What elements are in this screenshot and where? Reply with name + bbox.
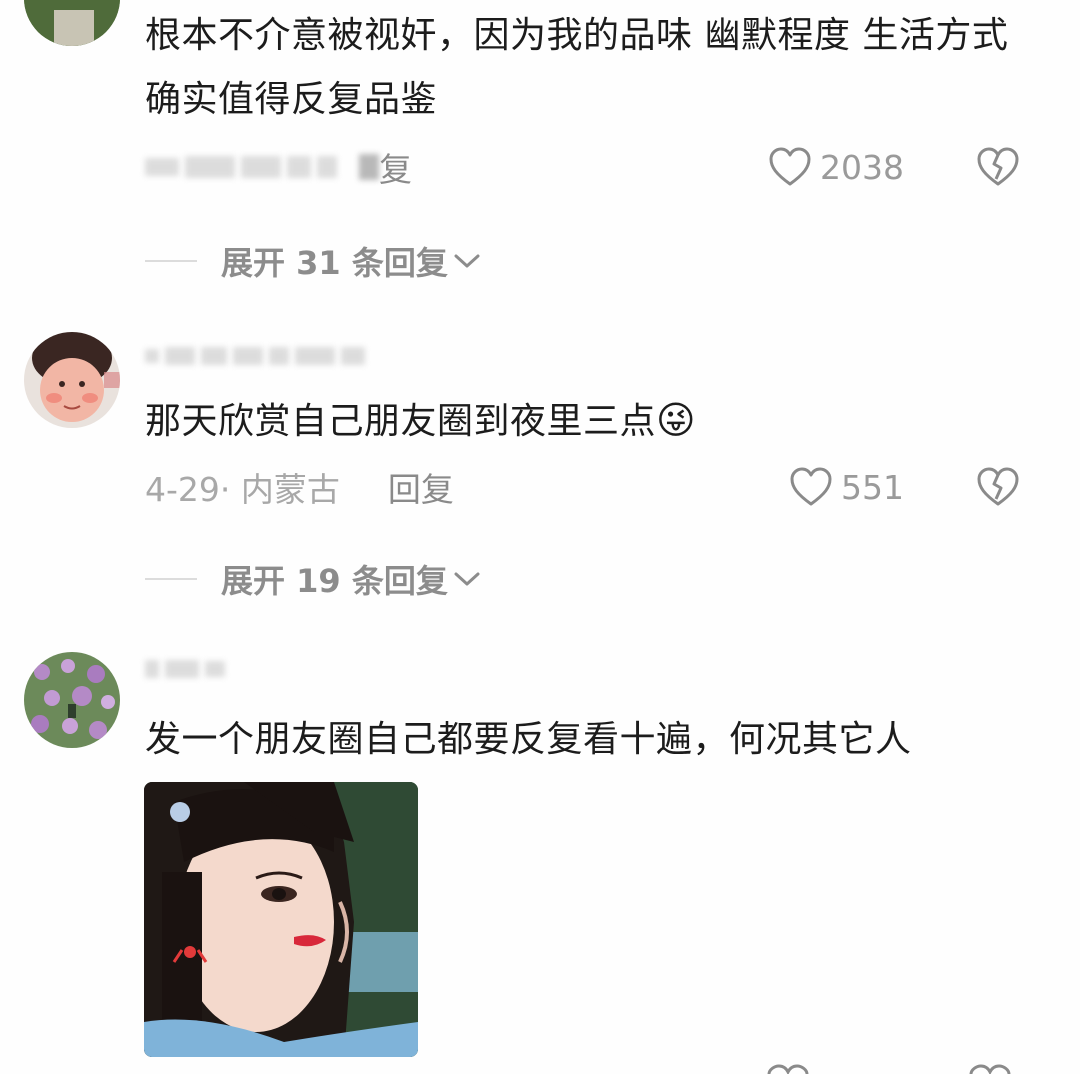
comment-meta: 复 2038 [145,142,1020,192]
like-count: 551 [841,467,904,507]
comment-date-blurred [145,154,337,180]
expand-replies-label: 展开 31 条回复 [221,244,448,282]
comment-feed: 根本不介意被视奸，因为我的品味 幽默程度 生活方式 确实值得反复品鉴 复 203… [0,0,1080,1074]
comment-text: 那天欣赏自己朋友圈到夜里三点😜 [145,388,1020,454]
comment-text-content: 那天欣赏自己朋友圈到夜里三点 [145,401,657,442]
heart-outline-icon [769,147,811,186]
like-button[interactable]: 2038 [768,147,904,187]
chevron-down-icon [454,254,480,268]
expand-replies-label: 展开 19 条回复 [221,562,448,600]
heart-outline-icon[interactable] [766,1064,810,1074]
reply-button[interactable]: 回复 [388,463,454,511]
comment-meta: 4-29· 内蒙古 回复 551 [145,462,1020,512]
divider-line [145,578,197,580]
comment-image[interactable] [144,782,418,1057]
broken-heart-icon[interactable] [976,467,1020,507]
comment-date-location: 4-29· 内蒙古 [145,470,340,509]
avatar[interactable] [24,652,120,748]
comment-text: 发一个朋友圈自己都要反复看十遍，何况其它人 [145,719,912,760]
comment-text: 根本不介意被视奸，因为我的品味 幽默程度 生活方式 确实值得反复品鉴 [145,15,1009,120]
broken-heart-icon[interactable] [976,147,1020,187]
username-blurred [145,343,365,369]
winking-face-emoji: 😜 [656,398,697,442]
like-button[interactable]: 551 [789,467,904,507]
expand-replies-button[interactable]: 展开 31 条回复 [145,236,482,286]
heart-outline-icon [790,467,832,506]
divider-line [145,260,197,262]
avatar[interactable] [24,332,120,428]
reply-label: 复 [379,150,412,189]
avatar[interactable] [24,0,120,46]
username-blurred [145,656,225,682]
broken-heart-icon[interactable] [968,1064,1012,1074]
like-count: 2038 [820,147,904,187]
reply-button[interactable]: 复 [359,143,412,191]
expand-replies-button[interactable]: 展开 19 条回复 [145,554,482,604]
chevron-down-icon [454,572,480,586]
